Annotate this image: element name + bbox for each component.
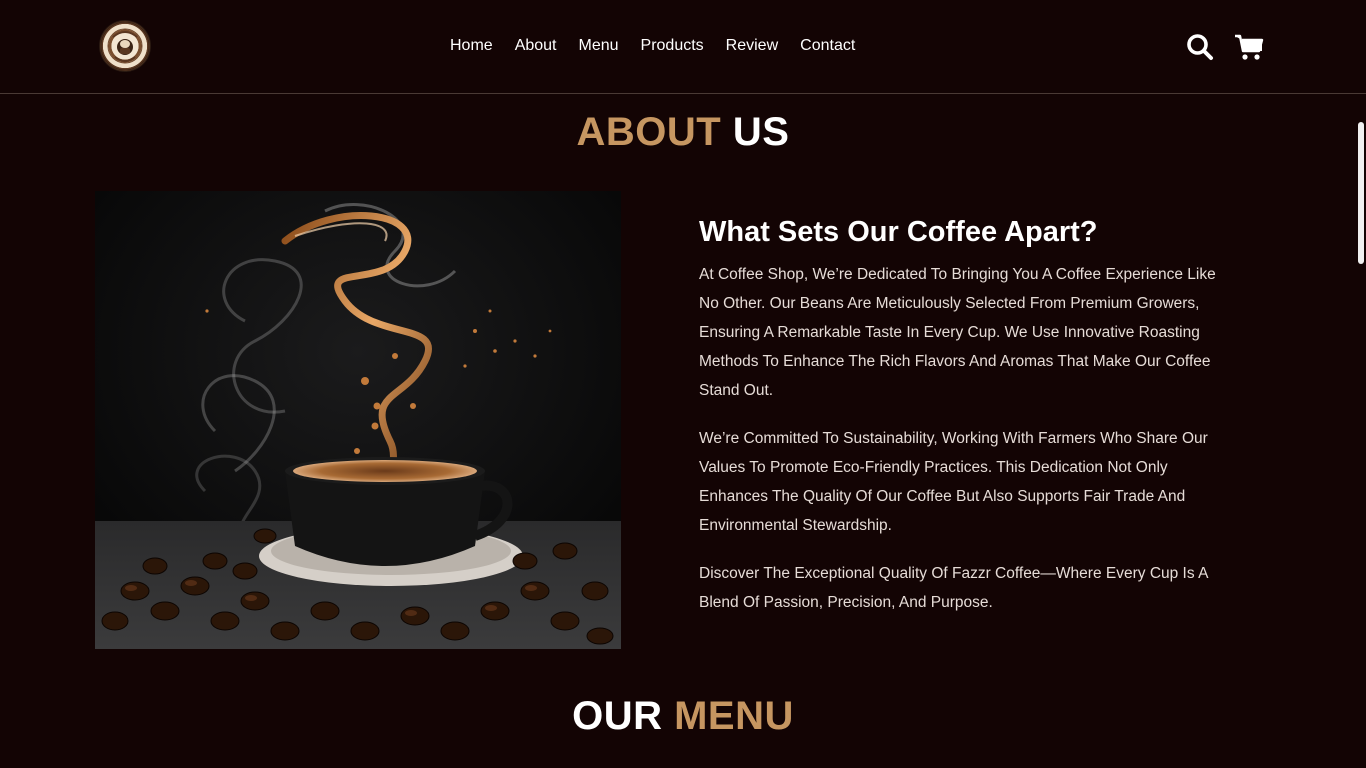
nav-link-review[interactable]: Review [726, 36, 778, 56]
nav-link-menu[interactable]: Menu [579, 36, 619, 56]
about-section-title: ABOUT US [0, 110, 1366, 154]
nav-link-about[interactable]: About [515, 36, 557, 56]
about-title-part1: ABOUT [576, 110, 722, 154]
site-header: Home About Menu Products Review Contact [0, 0, 1366, 94]
main-nav: Home About Menu Products Review Contact [450, 36, 877, 56]
menu-section-title: OUR MENU [0, 694, 1366, 738]
about-paragraph-3: Discover The Exceptional Quality Of Fazz… [699, 565, 1208, 611]
about-text-block: What Sets Our Coffee Apart? At Coffee Sh… [699, 212, 1234, 636]
about-title-part2: US [732, 110, 790, 154]
brand-logo[interactable] [100, 21, 150, 71]
menu-title-part2: MENU [674, 694, 794, 738]
about-heading: What Sets Our Coffee Apart? [699, 216, 1098, 248]
about-paragraph-1: At Coffee Shop, We’re Dedicated To Bring… [699, 266, 1216, 399]
coffee-cup-illustration [95, 191, 621, 649]
nav-link-home[interactable]: Home [450, 36, 493, 56]
menu-title-part1: OUR [572, 694, 663, 738]
logo-emblem-icon [100, 21, 150, 71]
shopping-cart-icon[interactable] [1234, 33, 1264, 61]
about-coffee-image [95, 191, 621, 649]
about-paragraph-2: We’re Committed To Sustainability, Worki… [699, 430, 1208, 534]
nav-link-products[interactable]: Products [641, 36, 704, 56]
nav-link-contact[interactable]: Contact [800, 36, 855, 56]
search-icon[interactable] [1186, 33, 1214, 61]
